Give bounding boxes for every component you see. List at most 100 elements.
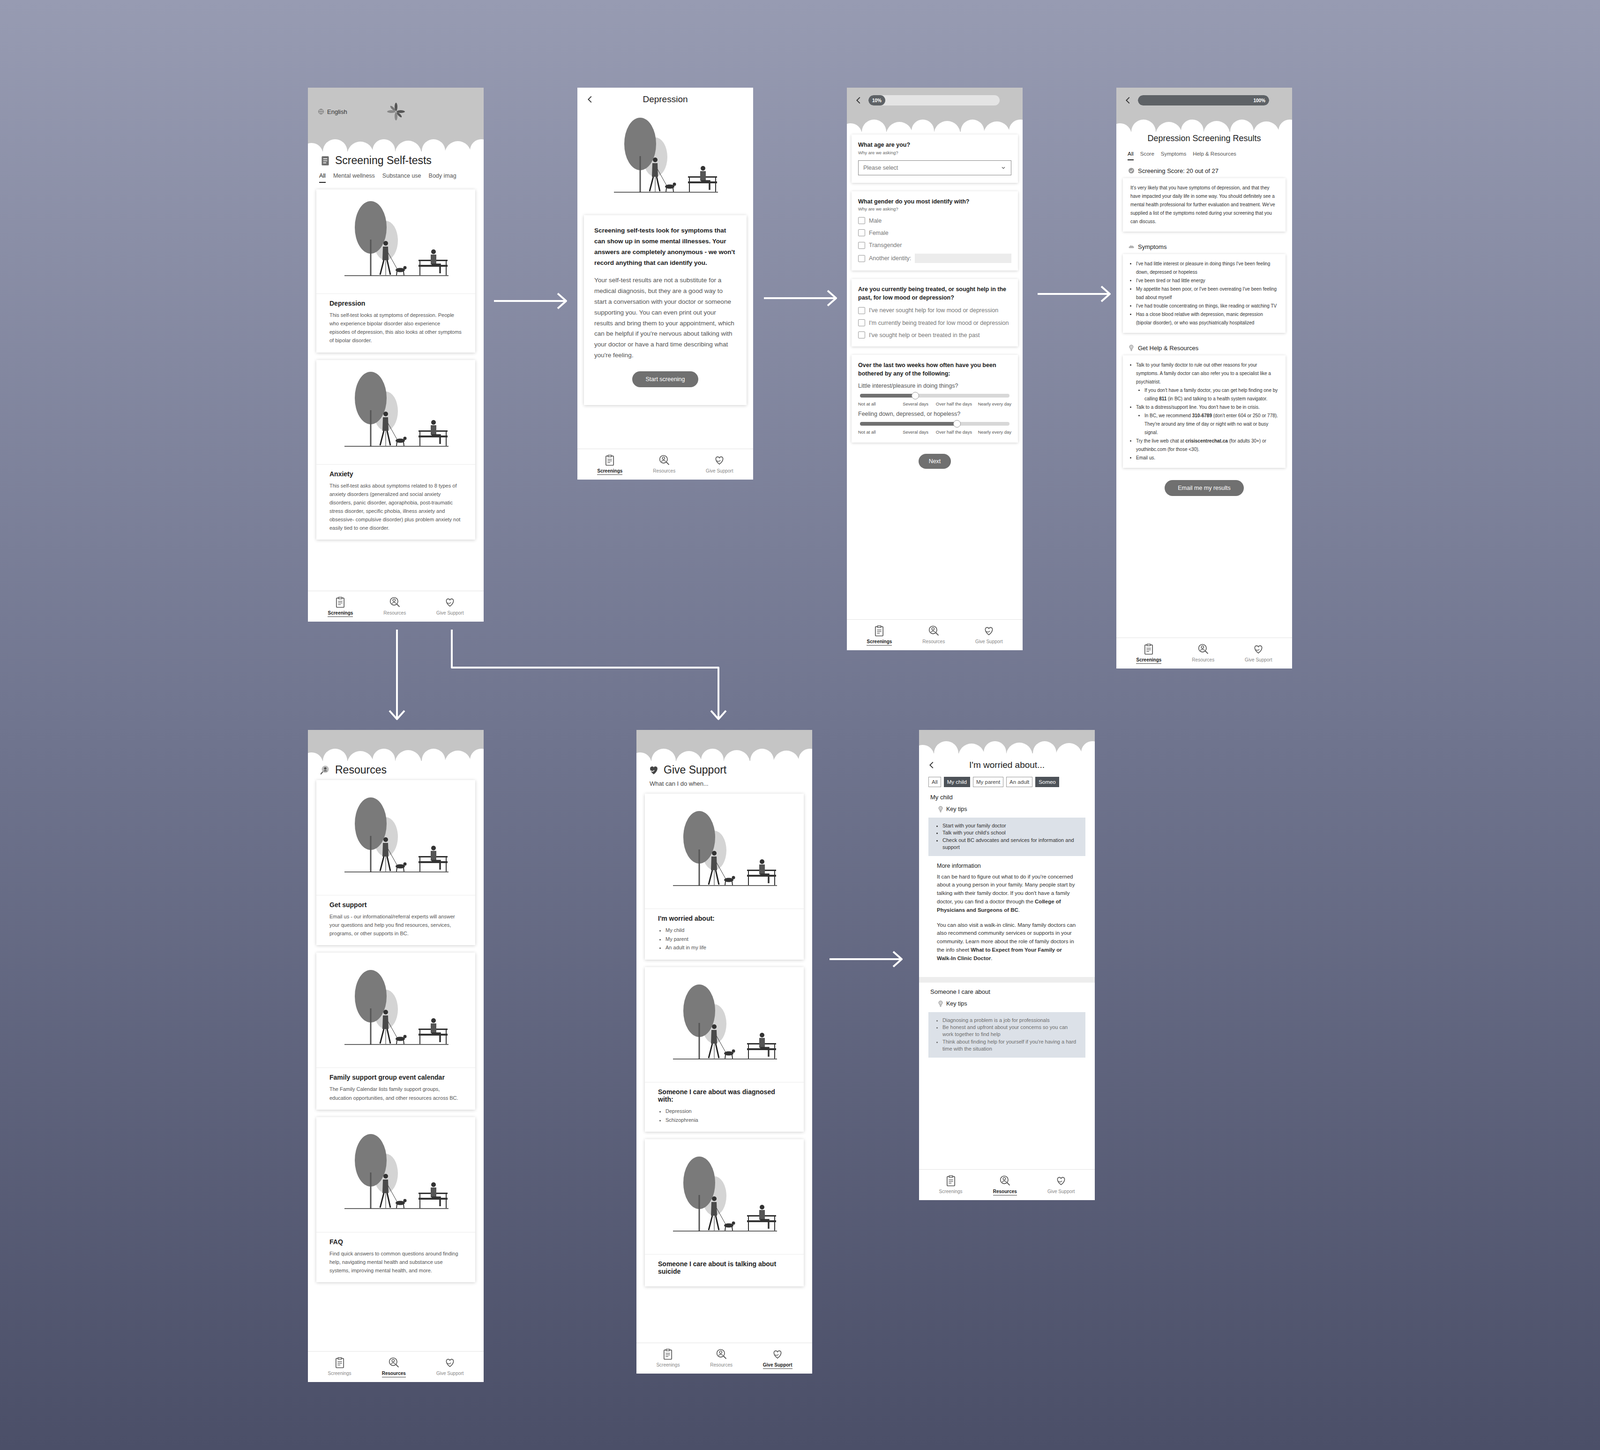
back-arrow-icon[interactable] bbox=[1122, 95, 1134, 106]
nav-item[interactable]: Resources bbox=[380, 594, 409, 618]
category-tab[interactable]: All bbox=[319, 170, 326, 183]
nav-label: Resources bbox=[993, 1188, 1017, 1196]
back-arrow-icon[interactable] bbox=[926, 759, 937, 771]
flow-arrow bbox=[763, 290, 837, 306]
intro-card: Screening self-tests look for symptoms t… bbox=[583, 215, 747, 405]
nav-item[interactable]: Screenings bbox=[324, 594, 356, 618]
support-topic[interactable]: An adult in my life bbox=[665, 942, 791, 952]
nav-item[interactable]: Give Support bbox=[702, 452, 736, 476]
nav-item[interactable]: Screenings bbox=[1133, 641, 1165, 665]
filter-chip[interactable]: My parent bbox=[972, 776, 1004, 787]
title-bar: I'm worried about... bbox=[919, 753, 1095, 775]
why-link[interactable]: Why are we asking? bbox=[858, 205, 1012, 212]
card-illustration bbox=[316, 952, 476, 1068]
nav-item[interactable]: Give Support bbox=[1241, 641, 1275, 665]
email-results-button[interactable]: Email me my results bbox=[1164, 479, 1244, 496]
checkbox[interactable] bbox=[858, 331, 866, 339]
category-tab[interactable]: Substance use bbox=[382, 170, 422, 183]
nav-item[interactable]: Resources bbox=[990, 1173, 1020, 1197]
support-card[interactable]: I'm worried about: My childMy parentAn a… bbox=[644, 793, 804, 960]
checkbox-option[interactable]: I'm currently being treated for low mood… bbox=[858, 319, 1012, 327]
start-screening-button[interactable]: Start screening bbox=[632, 371, 698, 388]
checkbox[interactable] bbox=[858, 216, 866, 225]
nav-item[interactable]: Resources bbox=[707, 1346, 736, 1370]
next-button[interactable]: Next bbox=[918, 453, 952, 469]
nav-item[interactable]: Screenings bbox=[594, 452, 626, 476]
bottom-nav: Screenings Resources Give Support bbox=[846, 619, 1023, 651]
resource-card[interactable]: FAQ Find quick answers to common questio… bbox=[316, 1116, 476, 1282]
nav-item[interactable]: Give Support bbox=[760, 1346, 796, 1370]
checkbox-option[interactable]: Another identity: bbox=[858, 253, 1012, 263]
filter-chip[interactable]: My child bbox=[943, 776, 971, 787]
identity-field[interactable] bbox=[914, 253, 1012, 263]
park-illustration bbox=[325, 790, 467, 885]
checkbox[interactable] bbox=[858, 229, 866, 237]
nav-item[interactable]: Screenings bbox=[325, 1354, 355, 1378]
back-arrow-icon[interactable] bbox=[853, 95, 864, 106]
support-topic[interactable]: My parent bbox=[665, 934, 791, 944]
slider-knob[interactable] bbox=[953, 419, 961, 428]
filter-chip[interactable]: All bbox=[928, 776, 942, 787]
nav-item[interactable]: Give Support bbox=[972, 623, 1006, 647]
question-card: What gender do you most identify with? W… bbox=[851, 191, 1018, 271]
nav-item[interactable]: Give Support bbox=[1044, 1173, 1078, 1197]
scale-label: Nearly every day bbox=[972, 401, 1012, 407]
checkbox-option[interactable]: I've sought help or been treated in the … bbox=[858, 331, 1012, 339]
header bbox=[636, 729, 813, 761]
score-heading: Screening Score: 20 out of 27 bbox=[1116, 164, 1293, 179]
resource-card[interactable]: Family support group event calendar The … bbox=[316, 952, 476, 1109]
symptom-item: Has a close blood relative with depressi… bbox=[1136, 310, 1279, 328]
category-tab[interactable]: Mental wellness bbox=[333, 170, 375, 183]
support-card[interactable]: Someone I care about was diagnosed with:… bbox=[644, 966, 804, 1132]
nav-item[interactable]: Screenings bbox=[653, 1346, 683, 1370]
checkbox-option[interactable]: I've never sought help for low mood or d… bbox=[858, 306, 1012, 315]
nav-item[interactable]: Resources bbox=[650, 452, 679, 476]
frequency-slider[interactable] bbox=[859, 393, 1010, 398]
title: Depression Screening Results bbox=[1116, 133, 1293, 144]
checkbox-option[interactable]: Transgender bbox=[858, 241, 1012, 249]
nav-item[interactable]: Screenings bbox=[936, 1173, 966, 1197]
nav-item[interactable]: Screenings bbox=[863, 623, 895, 647]
nav-item[interactable]: Resources bbox=[379, 1354, 409, 1378]
support-card[interactable]: Someone I care about is talking about su… bbox=[644, 1138, 804, 1286]
topic-section: My child Key tips Start with your family… bbox=[919, 793, 1095, 977]
language-selector[interactable]: English bbox=[317, 107, 387, 116]
back-arrow-icon[interactable] bbox=[584, 94, 596, 105]
test-card[interactable]: Anxiety This self-test asks about sympto… bbox=[316, 359, 476, 540]
age-select[interactable]: Please select bbox=[858, 160, 1012, 176]
nav-item[interactable]: Give Support bbox=[433, 594, 467, 618]
nav-item[interactable]: Give Support bbox=[433, 1354, 467, 1378]
filter-chip[interactable]: Someo bbox=[1035, 776, 1059, 787]
support-topic[interactable]: Depression bbox=[665, 1106, 791, 1116]
checkbox-option[interactable]: Male bbox=[858, 216, 1012, 225]
clipboard-icon bbox=[661, 1347, 675, 1361]
result-tab[interactable]: Symptoms bbox=[1160, 149, 1187, 161]
category-tab[interactable]: Body imag bbox=[428, 170, 457, 183]
help-item: Talk to a distress/support line. You don… bbox=[1136, 403, 1279, 412]
test-card[interactable]: Depression This self-test looks at sympt… bbox=[316, 189, 476, 353]
intro-body: Your self-test results are not a substit… bbox=[594, 275, 737, 362]
checkbox[interactable] bbox=[858, 254, 866, 262]
frequency-slider[interactable] bbox=[859, 421, 1010, 426]
resource-card[interactable]: Get support Email us - our informational… bbox=[316, 779, 476, 945]
checkbox-option[interactable]: Female bbox=[858, 229, 1012, 237]
checkbox[interactable] bbox=[858, 241, 866, 249]
result-tab[interactable]: Score bbox=[1140, 149, 1155, 161]
topic-section: Someone I care about Key tips Diagnosing… bbox=[919, 987, 1095, 1072]
why-link[interactable]: Why are we asking? bbox=[858, 149, 1012, 156]
clipboard-icon bbox=[944, 1173, 958, 1188]
slider-knob[interactable] bbox=[911, 391, 920, 400]
support-topic[interactable]: My child bbox=[665, 925, 791, 935]
checkbox[interactable] bbox=[858, 306, 866, 315]
filter-chip[interactable]: An adult bbox=[1006, 776, 1033, 787]
checkbox[interactable] bbox=[858, 319, 866, 327]
nav-item[interactable]: Resources bbox=[1188, 641, 1218, 665]
result-tab[interactable]: All bbox=[1127, 149, 1134, 161]
support-topic[interactable]: Schizophrenia bbox=[665, 1115, 791, 1125]
checklist-icon bbox=[319, 154, 332, 167]
nav-item[interactable]: Resources bbox=[919, 623, 948, 647]
result-tab[interactable]: Help & Resources bbox=[1192, 149, 1237, 161]
nav-label: Give Support bbox=[436, 610, 464, 617]
section-title: Someone I care about bbox=[919, 987, 1095, 995]
questionnaire-screen: 10% What age are you? Why are we asking?… bbox=[846, 87, 1023, 651]
